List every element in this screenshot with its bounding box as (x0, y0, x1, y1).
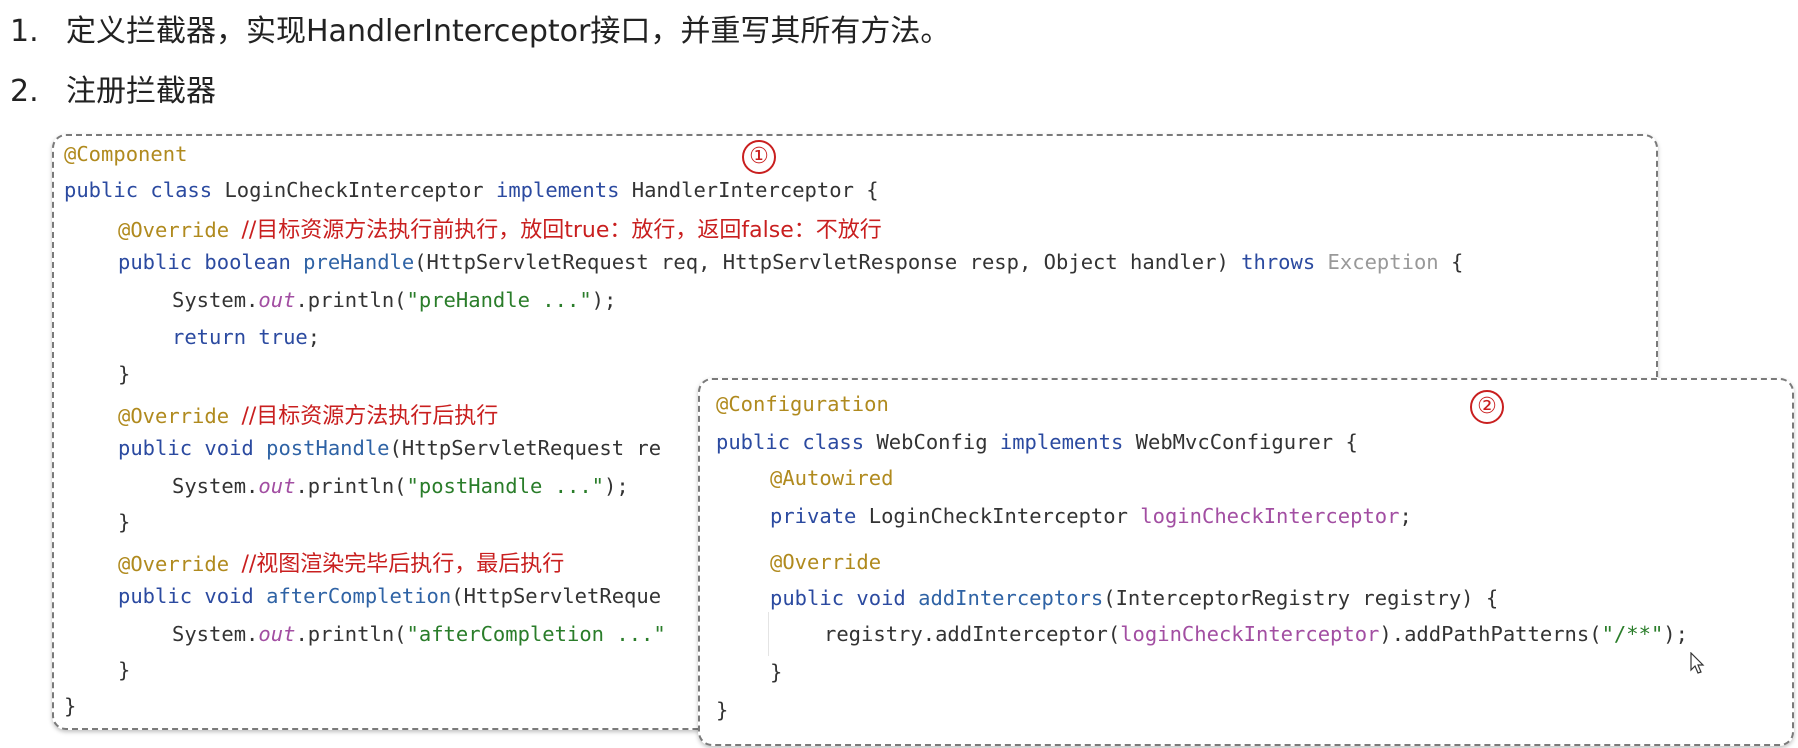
code-line: private LoginCheckInterceptor loginCheck… (770, 504, 1412, 528)
keyword: public void (118, 436, 254, 460)
marker-2: ② (1470, 390, 1504, 424)
code-line: public class LoginCheckInterceptor imple… (64, 178, 879, 202)
keyword: public void (770, 586, 906, 610)
code-line: public class WebConfig implements WebMvc… (716, 430, 1358, 454)
mouse-cursor-icon (1690, 652, 1705, 674)
comment: //目标资源方法执行后执行 (241, 404, 499, 429)
code-text: ); (1663, 622, 1688, 646)
code-line: public void addInterceptors(InterceptorR… (770, 586, 1498, 610)
code-line: } (118, 362, 131, 386)
keyword: private (770, 504, 857, 528)
step-1-heading: 1. 定义拦截器，实现HandlerInterceptor接口，并重写其所有方法。 (10, 6, 950, 50)
code-line: @Configuration (716, 392, 889, 416)
keyword: implements (495, 178, 620, 202)
keyword: return true (172, 325, 308, 349)
step-2-number: 2. (10, 74, 39, 109)
string-literal: "/**" (1601, 622, 1664, 646)
code-line: return true; (172, 325, 320, 349)
code-text: ); (604, 474, 629, 498)
string-literal: "postHandle ..." (406, 474, 605, 498)
code-line: System.out.println("preHandle ..."); (172, 288, 616, 312)
code-text: ; (1399, 504, 1412, 528)
step-2-heading: 2. 注册拦截器 (10, 66, 216, 110)
step-1-number: 1. (10, 14, 39, 49)
method-name: preHandle (290, 250, 415, 274)
field-name: out (258, 474, 296, 498)
keyword: throws (1241, 250, 1316, 274)
step-1-text: 定义拦截器，实现HandlerInterceptor接口，并重写其所有方法。 (66, 14, 951, 49)
class-name: LoginCheckInterceptor (856, 504, 1141, 528)
code-line: @Override (770, 550, 882, 574)
code-text: .println( (295, 288, 407, 312)
code-line: public void postHandle(HttpServletReques… (118, 436, 661, 460)
method-name: afterCompletion (253, 584, 452, 608)
code-line: public boolean preHandle(HttpServletRequ… (118, 250, 1463, 274)
code-text: (HttpServletReque (451, 584, 662, 608)
keyword: public class (716, 430, 865, 454)
code-text: ); (591, 288, 617, 312)
annotation: @Override (118, 218, 230, 242)
field-name: out (258, 622, 296, 646)
field-name: loginCheckInterceptor (1140, 504, 1400, 528)
code-line: public void afterCompletion(HttpServletR… (118, 584, 661, 608)
method-name: addInterceptors (905, 586, 1104, 610)
code-text: ; (307, 325, 321, 349)
annotation: @Override (118, 552, 230, 576)
webconfig-code-block: ② @Configuration public class WebConfig … (698, 378, 1794, 746)
code-line: @Autowired (770, 466, 894, 490)
code-text: WebMvcConfigurer { (1123, 430, 1358, 454)
method-name: postHandle (253, 436, 390, 460)
code-line: @Component (64, 142, 188, 166)
code-text: .println( (295, 622, 407, 646)
class-name: WebConfig (864, 430, 1000, 454)
code-line: System.out.println("postHandle ..."); (172, 474, 629, 498)
code-text: registry.addInterceptor( (824, 622, 1121, 646)
indent-guide (768, 612, 769, 656)
marker-1: ① (742, 140, 776, 174)
string-literal: "afterCompletion ..." (406, 622, 666, 646)
code-line: } (716, 698, 729, 722)
code-line: System.out.println("afterCompletion ..." (172, 622, 666, 646)
keyword: implements (999, 430, 1124, 454)
code-line: } (64, 694, 77, 718)
code-line: registry.addInterceptor(loginCheckInterc… (824, 622, 1688, 646)
exception-type: Exception (1315, 250, 1439, 274)
code-text: System. (172, 288, 259, 312)
field-name: loginCheckInterceptor (1120, 622, 1380, 646)
class-name: LoginCheckInterceptor (212, 178, 496, 202)
code-text: System. (172, 474, 259, 498)
keyword: public class (64, 178, 213, 202)
code-line: @Override //视图渲染完毕后执行，最后执行 (118, 546, 564, 578)
code-text: HandlerInterceptor { (619, 178, 879, 202)
string-literal: "preHandle ..." (406, 288, 592, 312)
field-name: out (258, 288, 296, 312)
code-line: } (770, 660, 783, 684)
code-text: (InterceptorRegistry registry) { (1103, 586, 1499, 610)
comment: //视图渲染完毕后执行，最后执行 (241, 552, 565, 577)
code-text: ).addPathPatterns( (1379, 622, 1602, 646)
step-2-text: 注册拦截器 (66, 74, 216, 109)
code-text: { (1438, 250, 1464, 274)
annotation: @Override (118, 404, 230, 428)
code-text: (HttpServletRequest re (389, 436, 662, 460)
code-text: (HttpServletRequest req, HttpServletResp… (414, 250, 1242, 274)
code-line: } (118, 510, 131, 534)
code-text: System. (172, 622, 259, 646)
code-text: .println( (295, 474, 407, 498)
code-line: @Override //目标资源方法执行后执行 (118, 398, 498, 430)
code-line: } (118, 658, 131, 682)
comment: //目标资源方法执行前执行，放回true：放行，返回false：不放行 (241, 218, 882, 243)
keyword: public void (118, 584, 254, 608)
code-line: @Override //目标资源方法执行前执行，放回true：放行，返回fals… (118, 212, 882, 244)
keyword: public boolean (118, 250, 291, 274)
